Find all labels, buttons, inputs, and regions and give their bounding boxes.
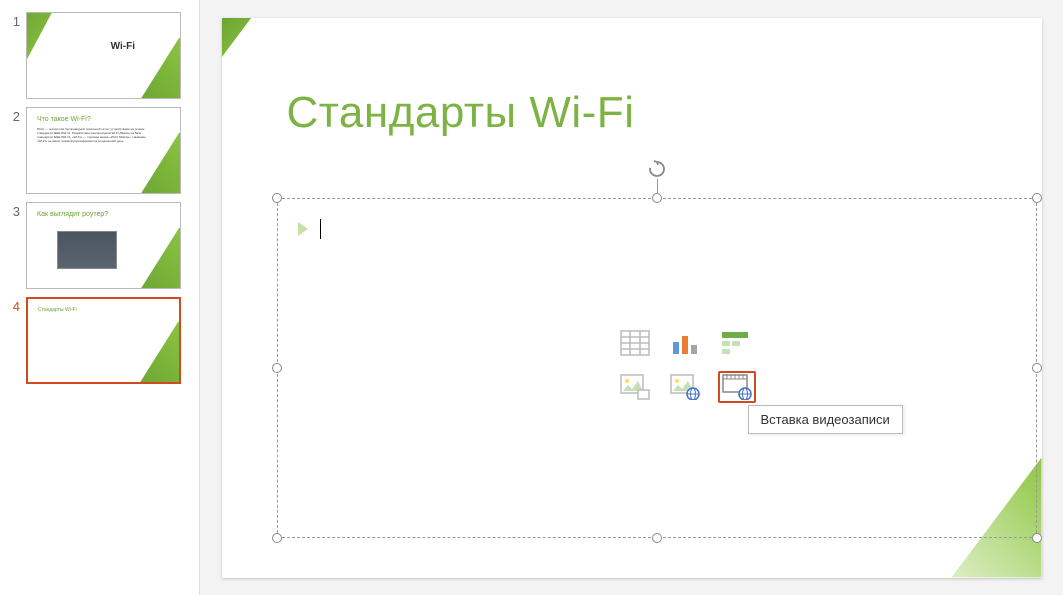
video-icon	[722, 374, 752, 400]
rotate-icon	[647, 159, 667, 179]
content-placeholder[interactable]: Вставка видеозаписи	[277, 198, 1037, 538]
thumb-title: Как выглядит роутер?	[37, 211, 108, 218]
thumbnail-row[interactable]: 1 Wi-Fi	[0, 8, 199, 103]
resize-handle[interactable]	[652, 533, 662, 543]
chart-icon	[670, 330, 700, 356]
insert-pictures-button[interactable]	[618, 373, 652, 401]
pictures-icon	[620, 374, 650, 400]
slide-number: 1	[6, 12, 20, 29]
resize-handle[interactable]	[272, 363, 282, 373]
insert-chart-button[interactable]	[668, 329, 702, 357]
slide-thumbnail-2[interactable]: Что такое Wi-Fi? Wi-Fi — технология бесп…	[26, 107, 181, 194]
slide-number: 4	[6, 297, 20, 314]
thumb-title: Что такое Wi-Fi?	[37, 116, 91, 123]
slide-thumbnail-3[interactable]: Как выглядит роутер?	[26, 202, 181, 289]
insert-video-button[interactable]	[718, 371, 756, 403]
bullet-icon	[298, 222, 308, 236]
slide-decor	[135, 228, 181, 289]
slide-thumbnail-1[interactable]: Wi-Fi	[26, 12, 181, 99]
slide-title[interactable]: Стандарты Wi-Fi	[287, 88, 635, 138]
insert-online-pictures-button[interactable]	[668, 373, 702, 401]
slide-thumbnail-4[interactable]: Стандарты Wi-Fi	[26, 297, 181, 384]
slide-number: 3	[6, 202, 20, 219]
slide-decor	[135, 38, 181, 99]
slide-decor	[134, 322, 181, 384]
slide-number: 2	[6, 107, 20, 124]
online-pictures-icon	[670, 374, 700, 400]
content-placeholder-icons	[618, 329, 756, 407]
thumb-title: Стандарты Wi-Fi	[38, 307, 77, 313]
insert-smartart-button[interactable]	[718, 329, 752, 357]
resize-handle[interactable]	[1032, 193, 1042, 203]
text-entry-row[interactable]	[298, 219, 321, 239]
tooltip: Вставка видеозаписи	[748, 405, 903, 434]
slide-decor-shape	[222, 18, 252, 58]
thumb-title: Wi-Fi	[111, 41, 135, 52]
smartart-icon	[720, 330, 750, 356]
table-icon	[620, 330, 650, 356]
rotate-line	[657, 179, 658, 193]
thumb-body: Wi-Fi — технология беспроводной локально…	[37, 128, 150, 144]
text-cursor	[320, 219, 321, 239]
resize-handle[interactable]	[652, 193, 662, 203]
resize-handle[interactable]	[272, 533, 282, 543]
resize-handle[interactable]	[1032, 363, 1042, 373]
thumbnail-row[interactable]: 3 Как выглядит роутер?	[0, 198, 199, 293]
slide-decor	[26, 12, 57, 63]
resize-handle[interactable]	[1032, 533, 1042, 543]
slide-editor[interactable]: Стандарты Wi-Fi	[200, 0, 1063, 595]
slide-canvas[interactable]: Стандарты Wi-Fi	[222, 18, 1042, 578]
rotate-handle[interactable]	[647, 159, 667, 179]
resize-handle[interactable]	[272, 193, 282, 203]
thumbnail-row[interactable]: 2 Что такое Wi-Fi? Wi-Fi — технология бе…	[0, 103, 199, 198]
insert-table-button[interactable]	[618, 329, 652, 357]
thumbnail-row[interactable]: 4 Стандарты Wi-Fi	[0, 293, 199, 388]
slide-thumbnails-panel[interactable]: 1 Wi-Fi 2 Что такое Wi-Fi? Wi-Fi — техно…	[0, 0, 200, 595]
router-image	[57, 231, 117, 269]
